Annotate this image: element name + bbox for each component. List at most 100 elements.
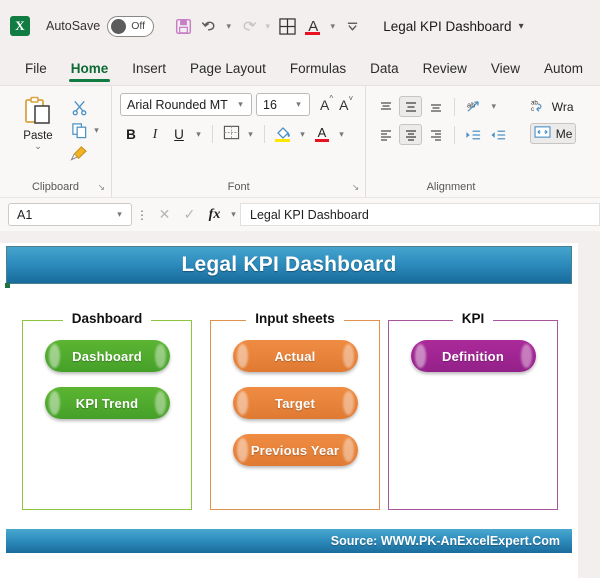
undo-icon[interactable]	[196, 13, 222, 39]
font-divider	[212, 125, 213, 143]
font-color-dropdown-caret[interactable]: ▾	[326, 21, 339, 32]
fill-color-caret-icon[interactable]: ▾	[296, 129, 309, 140]
redo-icon	[235, 13, 261, 39]
italic-button[interactable]: I	[144, 123, 166, 145]
button-previous-year[interactable]: Previous Year	[232, 434, 358, 466]
tab-data[interactable]: Data	[359, 52, 410, 85]
undo-dropdown-caret[interactable]: ▾	[222, 21, 235, 32]
group-kpi-title: KPI	[388, 310, 558, 328]
excel-window: X AutoSave Off ▾ ▾ A ▾ Legal KPI Dashboa…	[0, 0, 600, 578]
wrap-text-icon: ab c	[530, 98, 547, 116]
fill-color-button[interactable]	[272, 123, 294, 145]
ribbon-group-alignment: ab ▾ Alignment	[365, 86, 521, 197]
clipboard-group-label: Clipboard ↘	[31, 181, 105, 193]
font-name-caret-icon[interactable]: ▾	[234, 99, 247, 110]
clipboard-dialog-launcher-icon[interactable]: ↘	[97, 182, 105, 193]
align-center-button[interactable]	[399, 124, 423, 145]
fill-color-bar	[275, 138, 290, 142]
worksheet-area: Legal KPI Dashboard Dashboard Dashboard …	[0, 243, 578, 578]
font-group-label: Font ↘	[227, 181, 360, 193]
font-size-caret-icon[interactable]: ▾	[292, 99, 305, 110]
increase-indent-button[interactable]	[487, 124, 510, 145]
group-input-sheets-buttons: Actual Target Previous Year	[210, 340, 380, 466]
copy-dropdown-caret-icon[interactable]: ▾	[90, 125, 103, 136]
name-box-value: A1	[17, 207, 33, 222]
wrap-text-button[interactable]: ab c Wra	[530, 98, 574, 116]
tab-review[interactable]: Review	[412, 52, 478, 85]
button-dashboard[interactable]: Dashboard	[44, 340, 170, 372]
excel-logo-icon: X	[10, 16, 30, 36]
borders-icon	[223, 124, 240, 144]
document-title: Legal KPI Dashboard	[383, 18, 512, 34]
bottom-align-button[interactable]	[424, 96, 447, 117]
formula-bar-options-icon[interactable]: ⋮	[132, 208, 152, 222]
bold-button[interactable]: B	[120, 123, 142, 145]
button-actual[interactable]: Actual	[232, 340, 358, 372]
font-color-button[interactable]: A	[311, 123, 333, 145]
tab-page-layout[interactable]: Page Layout	[179, 52, 277, 85]
top-align-button[interactable]	[374, 96, 397, 117]
font-color-icon[interactable]: A	[300, 13, 326, 39]
navigation-groups: Dashboard Dashboard KPI Trend Input shee…	[0, 298, 578, 538]
document-title-caret-icon[interactable]: ▾	[519, 21, 524, 32]
confirm-entry-button[interactable]: ✓	[177, 206, 202, 223]
align-left-button[interactable]	[374, 124, 397, 145]
tab-formulas[interactable]: Formulas	[279, 52, 357, 85]
paste-dropdown-caret-icon[interactable]: ⌄	[34, 142, 42, 151]
button-target[interactable]: Target	[232, 387, 358, 419]
dashboard-title: Legal KPI Dashboard	[181, 253, 397, 276]
copy-button[interactable]: ▾	[68, 119, 103, 141]
font-size-combobox[interactable]: 16 ▾	[256, 93, 310, 116]
name-box-caret-icon[interactable]: ▾	[113, 209, 126, 220]
cancel-entry-button[interactable]: ✕	[152, 206, 177, 223]
formula-input[interactable]: Legal KPI Dashboard	[240, 203, 600, 226]
button-definition[interactable]: Definition	[410, 340, 536, 372]
button-kpi-trend[interactable]: KPI Trend	[44, 387, 170, 419]
autosave-label: AutoSave	[46, 19, 101, 33]
borders-caret-icon[interactable]: ▾	[244, 129, 257, 140]
decrease-indent-button[interactable]	[462, 124, 485, 145]
shrink-font-icon[interactable]: A˅	[339, 94, 353, 113]
table-grid-icon[interactable]	[274, 13, 300, 39]
group-input-sheets: Input sheets Actual Target Previous Year	[210, 310, 380, 510]
tab-insert[interactable]: Insert	[121, 52, 177, 85]
autosave-toggle-knob	[111, 18, 127, 34]
tab-automate[interactable]: Autom	[533, 52, 594, 85]
paste-button[interactable]: Paste ⌄	[8, 93, 68, 151]
autosave-state-label: Off	[131, 20, 146, 32]
group-dashboard: Dashboard Dashboard KPI Trend	[22, 310, 192, 510]
align-right-button[interactable]	[424, 124, 447, 145]
wrap-merge-group-label	[522, 181, 600, 197]
underline-caret-icon[interactable]: ▾	[192, 129, 205, 140]
document-title-area[interactable]: Legal KPI Dashboard ▾	[383, 19, 523, 34]
group-kpi: KPI Definition	[388, 310, 558, 510]
selection-fill-handle[interactable]	[5, 283, 10, 288]
format-painter-button[interactable]	[68, 142, 103, 164]
merge-center-button[interactable]: Me	[529, 123, 577, 144]
tab-view[interactable]: View	[480, 52, 531, 85]
grow-font-icon[interactable]: A^	[320, 94, 333, 113]
underline-button[interactable]: U	[168, 123, 190, 145]
insert-function-button[interactable]: fx	[202, 207, 227, 223]
insert-function-caret-icon[interactable]: ▾	[227, 209, 240, 220]
borders-button[interactable]	[220, 123, 242, 145]
font-name-value: Arial Rounded MT	[127, 97, 228, 112]
tab-home[interactable]: Home	[60, 52, 120, 85]
ribbon-group-clipboard: Paste ⌄ ▾ Clipboard ↘	[0, 86, 111, 197]
font-dialog-launcher-icon[interactable]: ↘	[352, 182, 360, 193]
font-color-caret-icon-ribbon[interactable]: ▾	[335, 129, 348, 140]
orientation-button[interactable]: ab	[462, 96, 485, 117]
source-text: Source: WWW.PK-AnExcelExpert.Com	[330, 534, 560, 548]
customize-toolbar-icon[interactable]	[339, 13, 365, 39]
merge-center-icon	[534, 125, 551, 142]
save-icon[interactable]	[170, 13, 196, 39]
autosave-toggle[interactable]: Off	[107, 15, 155, 37]
cut-button[interactable]	[68, 96, 103, 118]
name-box[interactable]: A1 ▾	[8, 203, 132, 226]
font-name-combobox[interactable]: Arial Rounded MT ▾	[120, 93, 252, 116]
middle-align-button[interactable]	[399, 96, 423, 117]
orientation-caret-icon[interactable]: ▾	[487, 101, 500, 112]
format-painter-icon	[68, 143, 90, 163]
alignment-divider	[454, 97, 456, 116]
tab-file[interactable]: File	[14, 52, 58, 85]
